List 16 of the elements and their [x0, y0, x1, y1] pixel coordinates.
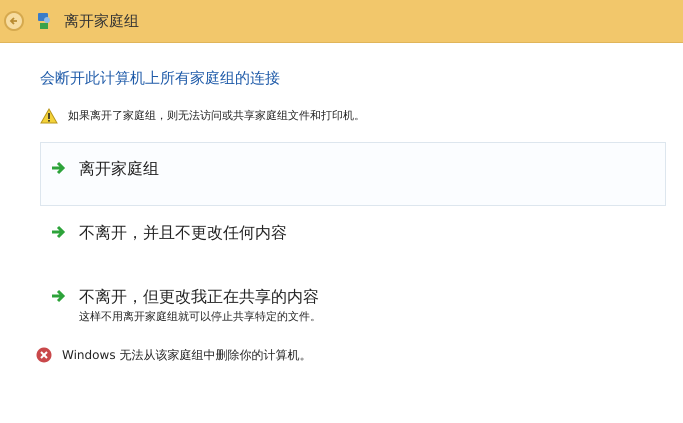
- error-icon: [36, 347, 52, 363]
- page-heading: 会断开此计算机上所有家庭组的连接: [40, 68, 281, 89]
- error-message: Windows 无法从该家庭组中删除你的计算机。: [62, 347, 312, 364]
- back-button[interactable]: [4, 11, 24, 31]
- network-icon: [36, 12, 52, 30]
- command-link[interactable]: 不离开，但更改我正在共享的内容 这样不用离开家庭组就可以停止共享特定的文件。: [40, 270, 666, 330]
- arrow-icon: [51, 225, 67, 239]
- window-title: 离开家庭组: [64, 10, 139, 32]
- warning-message: 如果离开了家庭组，则无法访问或共享家庭组文件和打印机。: [68, 108, 365, 124]
- arrow-icon: [51, 289, 67, 303]
- warning-icon: [40, 108, 58, 124]
- command-link[interactable]: 离开家庭组: [40, 142, 666, 206]
- arrow-icon: [51, 161, 67, 175]
- command-link[interactable]: 不离开，并且不更改任何内容: [40, 206, 666, 270]
- back-arrow-icon: [9, 16, 19, 26]
- option-description: 这样不用离开家庭组就可以停止共享特定的文件。: [79, 309, 321, 325]
